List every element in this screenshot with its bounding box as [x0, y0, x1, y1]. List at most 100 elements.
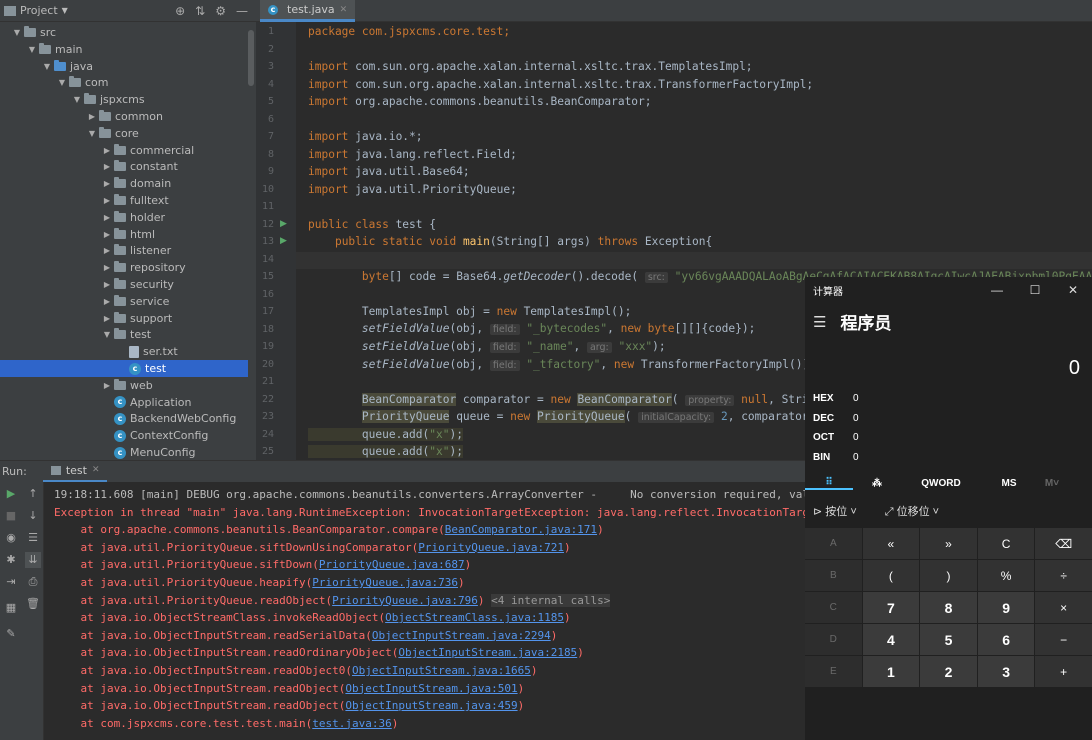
expanded-arrow-icon[interactable]: ▼ — [87, 129, 97, 138]
memory-menu-button[interactable]: M˅ — [1037, 478, 1067, 489]
source-link[interactable]: PriorityQueue.java:796 — [332, 594, 478, 607]
tree-item-ser-txt[interactable]: ser.txt — [0, 343, 248, 360]
source-link[interactable]: ObjectInputStream.java:2185 — [398, 646, 577, 659]
expanded-arrow-icon[interactable]: ▼ — [12, 28, 22, 37]
collapsed-arrow-icon[interactable]: ▶ — [102, 263, 112, 272]
source-link[interactable]: ObjectStreamClass.java:1185 — [385, 611, 564, 624]
arrow-up-icon[interactable]: ↑ — [25, 486, 41, 502]
base-row-dec[interactable]: DEC 0 — [813, 413, 859, 424]
key-10[interactable]: ÷ — [1035, 560, 1092, 591]
project-title[interactable]: Project — [20, 4, 58, 17]
key-22[interactable]: 1 — [862, 656, 920, 687]
collapsed-arrow-icon[interactable]: ▶ — [102, 246, 112, 255]
project-scrollbar[interactable] — [248, 30, 254, 86]
bit-toggle-tab-icon[interactable]: ⁂ — [853, 478, 901, 489]
arrow-down-icon[interactable]: ↓ — [25, 508, 41, 524]
stop-icon[interactable]: ■ — [3, 508, 19, 524]
collapsed-arrow-icon[interactable]: ▶ — [102, 179, 112, 188]
collapsed-arrow-icon[interactable]: ▶ — [102, 280, 112, 289]
close-icon[interactable]: ✕ — [92, 465, 100, 475]
expanded-arrow-icon[interactable]: ▼ — [72, 95, 82, 104]
bug-icon[interactable]: ✱ — [3, 552, 19, 568]
soft-wrap-icon[interactable]: ☰ — [25, 530, 41, 546]
expanded-arrow-icon[interactable]: ▼ — [27, 45, 37, 54]
key-4[interactable]: C — [977, 528, 1035, 559]
camera-icon[interactable]: ◉ — [3, 530, 19, 546]
close-icon[interactable]: ✕ — [340, 5, 348, 15]
expanded-arrow-icon[interactable]: ▼ — [42, 62, 52, 71]
collapsed-arrow-icon[interactable]: ▶ — [87, 112, 97, 121]
tree-item-commercial[interactable]: ▶ commercial — [0, 142, 248, 159]
tree-item-test[interactable]: ▼ test — [0, 326, 248, 343]
source-link[interactable]: ObjectInputStream.java:1665 — [352, 664, 531, 677]
gear-icon[interactable]: ⚙ — [215, 4, 226, 18]
key-13[interactable]: 8 — [920, 592, 977, 623]
tab-test-java[interactable]: c test.java ✕ — [260, 0, 356, 22]
tree-item-common[interactable]: ▶ common — [0, 108, 248, 125]
tree-item-core[interactable]: ▼ core — [0, 125, 248, 142]
key-7[interactable]: ( — [862, 560, 920, 591]
collapsed-arrow-icon[interactable]: ▶ — [102, 314, 112, 323]
tree-item-support[interactable]: ▶ support — [0, 310, 248, 327]
tree-item-src[interactable]: ▼ src — [0, 24, 248, 41]
source-link[interactable]: PriorityQueue.java:736 — [312, 576, 458, 589]
collapsed-arrow-icon[interactable]: ▶ — [102, 230, 112, 239]
key-23[interactable]: 2 — [920, 656, 977, 687]
key-14[interactable]: 9 — [977, 592, 1035, 623]
expanded-arrow-icon[interactable]: ▼ — [57, 78, 67, 87]
tree-item-html[interactable]: ▶ html — [0, 226, 248, 243]
base-row-bin[interactable]: BIN 0 — [813, 452, 859, 463]
hamburger-menu-icon[interactable]: ☰ — [813, 313, 826, 331]
key-8[interactable]: ) — [920, 560, 977, 591]
tree-item-service[interactable]: ▶ service — [0, 293, 248, 310]
base-row-oct[interactable]: OCT 0 — [813, 432, 859, 443]
trash-icon[interactable]: 🗑 — [25, 596, 41, 612]
exit-icon[interactable]: ⇥ — [3, 574, 19, 590]
collapsed-arrow-icon[interactable]: ▶ — [102, 297, 112, 306]
bitwise-dropdown[interactable]: ⊳ 按位 ˅ — [813, 503, 857, 519]
word-size-button[interactable]: QWORD — [901, 478, 981, 489]
locate-icon[interactable]: ⊕ — [175, 4, 185, 18]
collapsed-arrow-icon[interactable]: ▶ — [102, 213, 112, 222]
tree-item-application[interactable]: c Application — [0, 394, 248, 411]
bitshift-dropdown[interactable]: ⤢ 位移位 ˅ — [885, 503, 939, 519]
tree-item-holder[interactable]: ▶ holder — [0, 209, 248, 226]
key-18[interactable]: 5 — [920, 624, 977, 655]
key-2[interactable]: « — [862, 528, 920, 559]
minimize-icon[interactable]: — — [978, 283, 1016, 297]
source-link[interactable]: ObjectInputStream.java:2294 — [372, 629, 551, 642]
chevron-down-icon[interactable]: ▼ — [62, 6, 68, 15]
tree-item-jspxcms[interactable]: ▼ jspxcms — [0, 91, 248, 108]
collapsed-arrow-icon[interactable]: ▶ — [102, 196, 112, 205]
tree-item-domain[interactable]: ▶ domain — [0, 175, 248, 192]
tree-item-constant[interactable]: ▶ constant — [0, 158, 248, 175]
source-link[interactable]: PriorityQueue.java:687 — [319, 558, 465, 571]
rerun-icon[interactable]: ▶ — [3, 486, 19, 502]
tree-item-contextconfig[interactable]: c ContextConfig — [0, 427, 248, 444]
key-25[interactable]: + — [1035, 656, 1092, 687]
scroll-to-end-icon[interactable]: ⇊ — [25, 552, 41, 568]
collapsed-arrow-icon[interactable]: ▶ — [102, 146, 112, 155]
maximize-icon[interactable]: ☐ — [1016, 283, 1054, 297]
tree-item-listener[interactable]: ▶ listener — [0, 242, 248, 259]
hide-icon[interactable]: — — [236, 4, 248, 18]
tree-item-web[interactable]: ▶ web — [0, 377, 248, 394]
source-link[interactable]: PriorityQueue.java:721 — [418, 541, 564, 554]
internal-calls-fold[interactable]: <4 internal calls> — [491, 593, 611, 607]
keypad-tab-icon[interactable]: ⠿ — [805, 477, 853, 490]
collapsed-arrow-icon[interactable]: ▶ — [102, 162, 112, 171]
layout-icon[interactable]: ▦ — [3, 600, 19, 616]
tree-item-com[interactable]: ▼ com — [0, 74, 248, 91]
tree-item-test[interactable]: c test — [0, 360, 248, 377]
key-5[interactable]: ⌫ — [1035, 528, 1092, 559]
print-icon[interactable]: ⎙ — [25, 574, 41, 590]
source-link[interactable]: ObjectInputStream.java:459 — [345, 699, 517, 712]
key-12[interactable]: 7 — [862, 592, 920, 623]
tree-item-repository[interactable]: ▶ repository — [0, 259, 248, 276]
key-9[interactable]: % — [977, 560, 1035, 591]
tree-item-fulltext[interactable]: ▶ fulltext — [0, 192, 248, 209]
tree-item-menuconfig[interactable]: c MenuConfig — [0, 444, 248, 460]
tree-item-security[interactable]: ▶ security — [0, 276, 248, 293]
collapsed-arrow-icon[interactable]: ▶ — [102, 381, 112, 390]
base-row-hex[interactable]: HEX 0 — [813, 393, 859, 404]
